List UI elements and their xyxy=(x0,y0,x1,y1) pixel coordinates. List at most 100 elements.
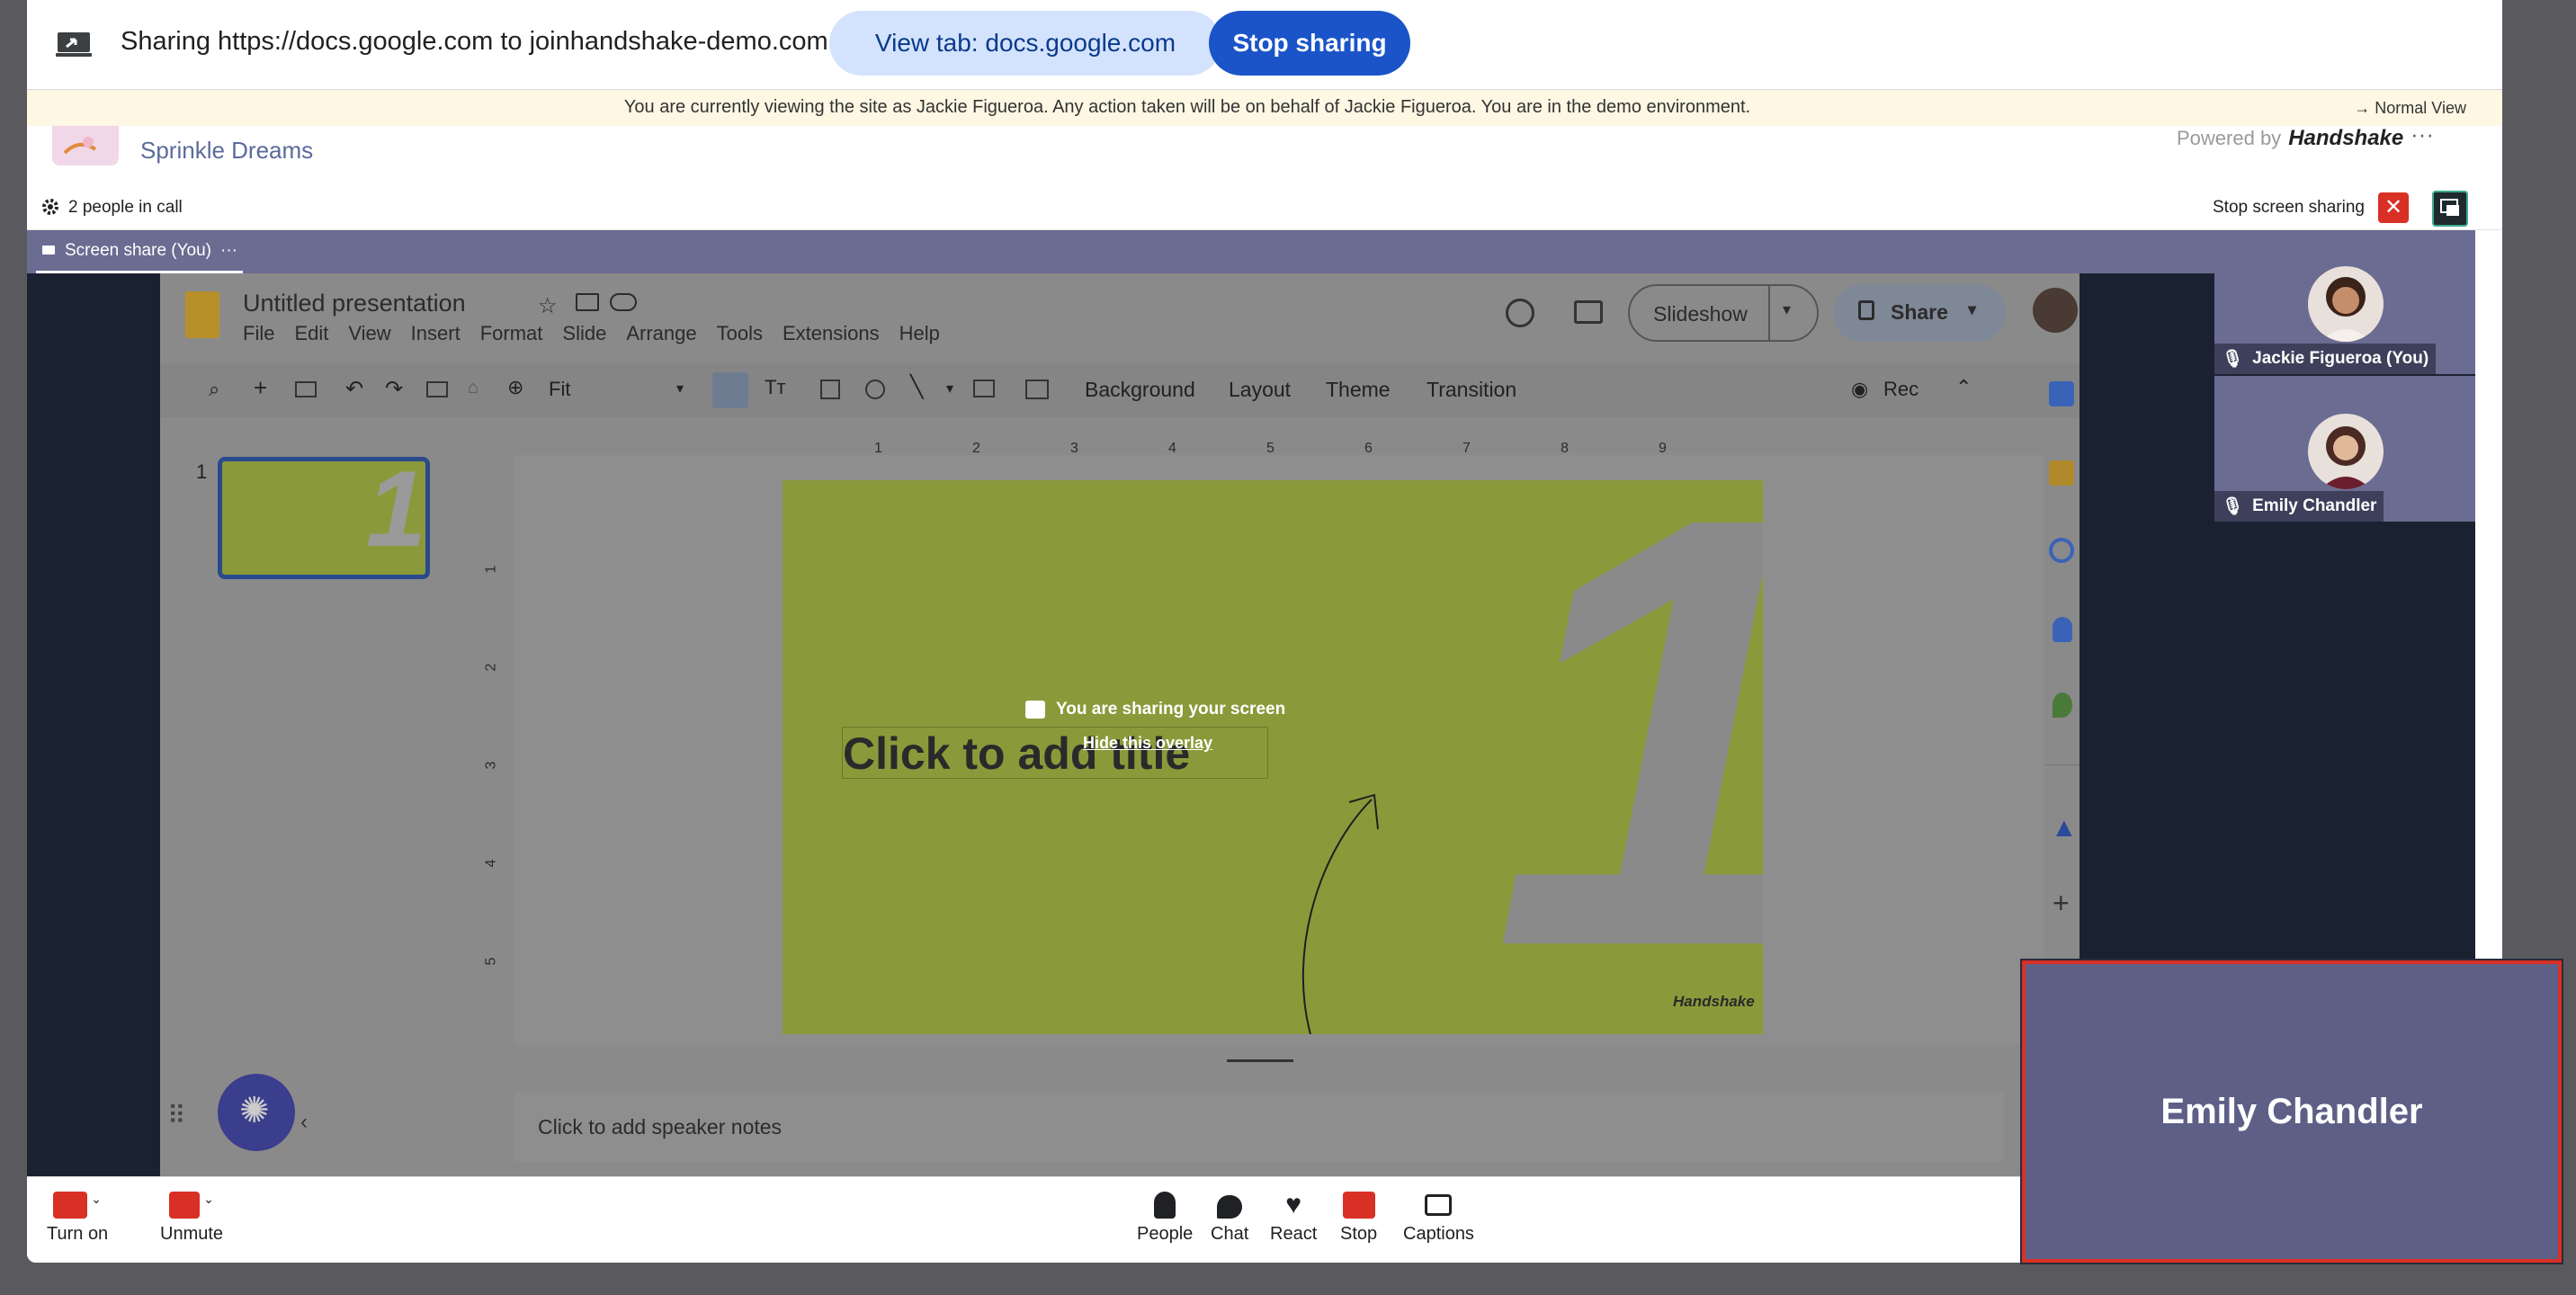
redo-icon[interactable]: ↷ xyxy=(385,376,403,402)
layout-toggle-icon[interactable] xyxy=(2432,191,2468,227)
impersonation-text: You are currently viewing the site as Ja… xyxy=(623,97,1751,117)
account-avatar[interactable] xyxy=(2033,288,2078,333)
people-label: People xyxy=(1137,1224,1194,1244)
heart-icon: ♥ xyxy=(1285,1190,1302,1219)
calendar-icon[interactable] xyxy=(2049,381,2074,406)
image-icon[interactable] xyxy=(820,380,840,399)
participant-name-chip: 🎙︎ Jackie Figueroa (You) xyxy=(2214,344,2437,374)
arrow-drawing xyxy=(1301,793,1379,1034)
participant-tile[interactable]: 🎙︎ Emily Chandler xyxy=(2214,376,2475,522)
drag-handle-icon[interactable]: ⠿ xyxy=(167,1101,186,1130)
menu-edit[interactable]: Edit xyxy=(294,322,328,345)
theme-button[interactable]: Theme xyxy=(1326,378,1391,402)
normal-view-link[interactable]: → Normal View xyxy=(2354,99,2466,118)
layout-button[interactable]: Layout xyxy=(1229,378,1291,402)
menu-insert[interactable]: Insert xyxy=(411,322,461,345)
line-icon[interactable]: ╲ xyxy=(910,374,923,400)
print-icon[interactable] xyxy=(426,381,448,397)
mic-options-chevron-icon[interactable]: ⌄ xyxy=(203,1192,214,1207)
menu-file[interactable]: File xyxy=(243,322,274,345)
select-tool-icon[interactable] xyxy=(712,372,748,408)
screen-share-tab[interactable]: Screen share (You) ··· xyxy=(36,230,243,273)
hide-overlay-link[interactable]: Hide this overlay xyxy=(1083,734,1212,753)
version-history-icon[interactable] xyxy=(1506,299,1534,327)
menu-arrange[interactable]: Arrange xyxy=(626,322,696,345)
layout-icon[interactable] xyxy=(295,381,317,397)
slide-handshake-watermark: Handshake xyxy=(1673,993,1755,1010)
mic-button[interactable]: ⌄ Unmute xyxy=(160,1192,223,1245)
camera-button[interactable]: ⌄ Turn on xyxy=(47,1192,108,1245)
chat-icon xyxy=(1217,1195,1243,1219)
keep-icon[interactable] xyxy=(2049,460,2074,486)
menu-view[interactable]: View xyxy=(348,322,390,345)
stop-screen-sharing-label: Stop screen sharing xyxy=(2213,198,2365,217)
notes-resize-handle[interactable] xyxy=(1227,1059,1293,1062)
new-slide-icon[interactable]: + xyxy=(254,374,267,402)
call-bar: 2 people in call Stop screen sharing ✕ xyxy=(27,185,2502,230)
menu-help[interactable]: Help xyxy=(899,322,940,345)
stop-sharing-button[interactable]: Stop sharing xyxy=(1209,11,1410,76)
search-menus-icon[interactable]: ⌕ xyxy=(209,378,219,401)
slideshow-dropdown-icon[interactable]: ▾ xyxy=(1783,300,1791,319)
comments-icon[interactable] xyxy=(1574,300,1603,324)
transition-button[interactable]: Transition xyxy=(1427,378,1516,402)
zoom-icon[interactable]: ⊕ xyxy=(507,376,523,399)
collapse-filmstrip-icon[interactable]: ‹ xyxy=(300,1110,308,1135)
menu-tools[interactable]: Tools xyxy=(717,322,763,345)
ruler-tick-label: 4 xyxy=(483,859,499,868)
menu-format[interactable]: Format xyxy=(480,322,543,345)
react-button[interactable]: ♥ React xyxy=(1270,1192,1317,1245)
text-box-icon[interactable]: Tт xyxy=(765,376,786,399)
view-tab-button[interactable]: View tab: docs.google.com xyxy=(829,11,1221,76)
participants-panel: 🎙︎ Jackie Figueroa (You) 🎙︎ Emily Chandl… xyxy=(2214,230,2475,522)
share-button[interactable]: Share ▾ xyxy=(1833,284,2006,342)
star-icon[interactable]: ☆ xyxy=(538,293,558,319)
ruler-tick-label: 3 xyxy=(483,761,499,770)
line-dropdown-icon[interactable]: ▾ xyxy=(946,380,953,397)
contacts-icon[interactable] xyxy=(2053,617,2072,642)
chat-button[interactable]: Chat xyxy=(1211,1192,1248,1245)
header-more-button[interactable]: ··· xyxy=(2411,121,2434,148)
rec-button[interactable]: Rec xyxy=(1883,378,1919,401)
get-addons-icon[interactable]: + xyxy=(2053,887,2070,920)
tasks-icon[interactable] xyxy=(2049,538,2074,563)
share-screen-icon xyxy=(1025,701,1045,719)
zoom-select[interactable]: Fit xyxy=(549,378,570,401)
slideshow-button[interactable]: Slideshow ▾ xyxy=(1628,284,1819,342)
slide[interactable]: 1 Click to add title Handshake xyxy=(783,480,1763,1034)
undo-icon[interactable]: ↶ xyxy=(345,376,363,402)
record-icon[interactable]: ◉ xyxy=(1851,378,1868,401)
screen-icon xyxy=(42,245,55,255)
paint-format-icon[interactable]: ⌂ xyxy=(468,378,479,398)
addon-icon[interactable]: ▲ xyxy=(2051,813,2078,844)
pip-video-tile[interactable]: Emily Chandler xyxy=(2020,959,2563,1264)
participant-tile[interactable]: 🎙︎ Jackie Figueroa (You) xyxy=(2214,230,2475,374)
mic-off-icon xyxy=(169,1192,201,1219)
screen-share-tab-more[interactable]: ··· xyxy=(220,241,237,261)
camera-options-chevron-icon[interactable]: ⌄ xyxy=(91,1192,102,1207)
shape-icon[interactable] xyxy=(865,380,885,399)
people-button[interactable]: People xyxy=(1137,1192,1193,1245)
pip-participant-name: Emily Chandler xyxy=(2160,1091,2423,1131)
zoom-dropdown-icon[interactable]: ▾ xyxy=(676,380,684,397)
share-dropdown-icon[interactable]: ▾ xyxy=(1968,300,1976,319)
maps-icon[interactable] xyxy=(2053,692,2072,718)
slide-thumbnail[interactable]: 1 xyxy=(218,457,430,579)
menu-slide[interactable]: Slide xyxy=(562,322,606,345)
powered-by-label: Powered by xyxy=(2177,127,2282,149)
stop-share-button[interactable]: Stop xyxy=(1340,1192,1377,1245)
screen-share-icon xyxy=(56,31,92,58)
collapse-toolbar-icon[interactable]: ⌃ xyxy=(1955,376,1972,399)
speaker-notes[interactable]: Click to add speaker notes xyxy=(514,1092,2004,1162)
menu-extensions[interactable]: Extensions xyxy=(783,322,880,345)
captions-button[interactable]: Captions xyxy=(1403,1192,1474,1245)
tab-sharing-bar: Sharing https://docs.google.com to joinh… xyxy=(27,0,2502,90)
settings-gear-icon[interactable] xyxy=(40,196,61,218)
insert-video-icon[interactable] xyxy=(973,380,995,397)
background-button[interactable]: Background xyxy=(1085,378,1195,402)
presentation-title[interactable]: Untitled presentation xyxy=(243,290,466,317)
add-comment-icon[interactable] xyxy=(1025,380,1049,399)
stop-screen-sharing-close-icon[interactable]: ✕ xyxy=(2378,192,2409,223)
gemini-fab-icon[interactable]: ✺ xyxy=(218,1074,295,1151)
move-folder-icon[interactable] xyxy=(576,293,599,311)
